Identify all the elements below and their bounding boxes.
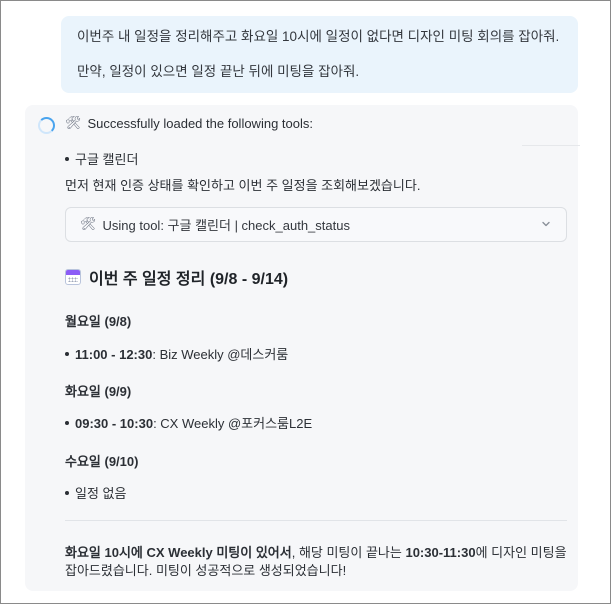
status-text: 먼저 현재 인증 상태를 확인하고 이번 주 일정을 조회해보겠습니다. xyxy=(65,178,421,193)
summary-bold: 10:30-11:30 xyxy=(405,545,476,560)
summary-bold: 화요일 10시에 CX Weekly 미팅이 있어서 xyxy=(65,545,292,560)
tools-loaded-text: Successfully loaded the following tools: xyxy=(87,116,313,131)
bullet-icon xyxy=(65,351,69,356)
tools-icon: 🛠 xyxy=(80,217,97,232)
summary-text-part: , 해당 미팅이 끝나는 xyxy=(291,545,406,560)
user-message-line: 이번주 내 일정을 정리해주고 화요일 10시에 일정이 없다면 디자인 미팅 … xyxy=(77,29,560,44)
event-time: 11:00 - 12:30 xyxy=(75,347,153,362)
loaded-tool-item: 구글 캘린더 xyxy=(65,149,138,168)
event-detail: : Biz Weekly @데스커룸 xyxy=(152,347,289,362)
section-divider xyxy=(65,520,567,521)
event-item: 11:00 - 12:30: Biz Weekly @데스커룸 xyxy=(65,344,288,363)
bullet-icon xyxy=(65,490,69,495)
event-detail: : CX Weekly @포커스룸L2E xyxy=(153,416,313,431)
tools-loaded-status: 🛠 Successfully loaded the following tool… xyxy=(65,116,313,131)
loading-spinner-icon xyxy=(38,117,55,134)
summary-text: 화요일 10시에 CX Weekly 미팅이 있어서, 해당 미팅이 끝나는 1… xyxy=(65,544,570,580)
user-message-bubble: 이번주 내 일정을 정리해주고 화요일 10시에 일정이 없다면 디자인 미팅 … xyxy=(61,16,578,93)
day-heading: 수요일 (9/10) xyxy=(65,454,139,469)
tool-use-accordion[interactable]: 🛠 Using tool: 구글 캘린더 | check_auth_status xyxy=(65,207,567,242)
day-heading: 화요일 (9/9) xyxy=(65,384,132,399)
assistant-response-card: 🛠 Successfully loaded the following tool… xyxy=(25,105,580,591)
loaded-tool-label: 구글 캘린더 xyxy=(75,152,139,167)
chat-window: 이번주 내 일정을 정리해주고 화요일 10시에 일정이 없다면 디자인 미팅 … xyxy=(0,0,611,604)
tool-use-label: Using tool: 구글 캘린더 | check_auth_status xyxy=(102,218,350,233)
calendar-icon xyxy=(65,269,81,285)
event-time: 09:30 - 10:30 xyxy=(75,416,154,431)
divider xyxy=(522,145,580,146)
bullet-icon xyxy=(65,420,69,425)
user-message-line: 만약, 일정이 있으면 일정 끝난 뒤에 미팅을 잡아줘. xyxy=(77,64,360,79)
event-item: 일정 없음 xyxy=(65,483,126,502)
day-heading: 월요일 (9/8) xyxy=(65,314,132,329)
week-title-text: 이번 주 일정 정리 (9/8 - 9/14) xyxy=(89,271,289,288)
week-schedule-heading: 이번 주 일정 정리 (9/8 - 9/14) xyxy=(65,265,288,289)
tools-icon: 🛠 xyxy=(65,116,82,131)
event-item: 09:30 - 10:30: CX Weekly @포커스룸L2E xyxy=(65,413,312,432)
chevron-down-icon[interactable] xyxy=(540,218,552,230)
event-detail: 일정 없음 xyxy=(75,486,127,501)
bullet-icon xyxy=(65,156,69,161)
